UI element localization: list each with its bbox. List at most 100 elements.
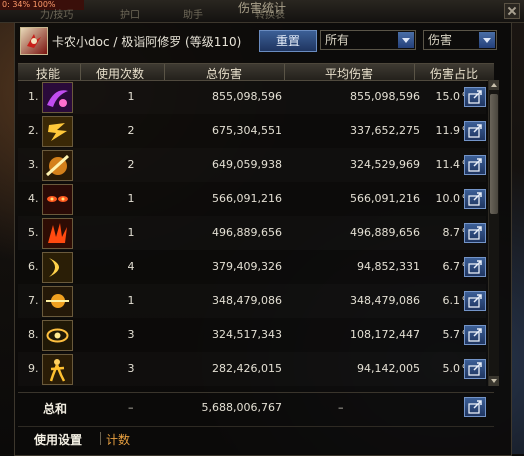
scroll-up-icon[interactable]	[489, 80, 499, 90]
row-rank: 2.	[28, 124, 39, 137]
row-total: 649,059,938	[212, 158, 282, 171]
tab-usage-settings[interactable]: 使用设置	[34, 431, 82, 448]
row-uses: 1	[127, 90, 135, 103]
row-total: 282,426,015	[212, 362, 282, 375]
row-uses: 1	[127, 294, 135, 307]
row-avg: 855,098,596	[350, 90, 420, 103]
share-button[interactable]	[464, 189, 486, 209]
row-pct: 8.7	[442, 226, 461, 239]
purple-wave-skill-icon	[42, 82, 73, 113]
row-pct: 5.0	[442, 362, 461, 375]
target-filter-value: 所有	[325, 33, 350, 47]
row-avg: 348,479,086	[350, 294, 420, 307]
table-row[interactable]: 7. 1 348,479,086 348,479,086 6.1 %	[18, 284, 486, 318]
row-uses: 4	[127, 260, 135, 273]
row-rank: 3.	[28, 158, 39, 171]
bottom-tab-bar: 使用设置 计数	[18, 426, 494, 449]
share-button[interactable]	[464, 359, 486, 379]
share-button[interactable]	[464, 87, 486, 107]
slash-burst-skill-icon	[42, 150, 73, 181]
table-row[interactable]: 8. 3 324,517,343 108,172,447 5.7 %	[18, 318, 486, 352]
golden-strike-skill-icon	[42, 286, 73, 317]
share-button[interactable]	[464, 257, 486, 277]
table-row[interactable]: 1. 1 855,098,596 855,098,596 15.0 %	[18, 80, 486, 114]
row-pct: 5.7	[442, 328, 461, 341]
share-button[interactable]	[464, 325, 486, 345]
row-avg: 94,142,005	[357, 362, 420, 375]
row-total: 324,517,343	[212, 328, 282, 341]
row-uses: 2	[127, 158, 135, 171]
window-title: 伤害统计	[237, 1, 286, 15]
row-rank: 7.	[28, 294, 39, 307]
row-uses: 3	[127, 328, 135, 341]
character-name: 卡农小doc / 极诣阿修罗 (等级110)	[52, 35, 242, 49]
row-pct: 11.4	[435, 158, 461, 171]
share-button[interactable]	[464, 155, 486, 175]
row-rank: 4.	[28, 192, 39, 205]
share-button[interactable]	[464, 291, 486, 311]
character-avatar	[20, 27, 48, 55]
row-pct: 11.9	[435, 124, 461, 137]
fire-claw-skill-icon	[42, 218, 73, 249]
table-row[interactable]: 4. 1 566,091,216 566,091,216 10.0 %	[18, 182, 486, 216]
row-total: 379,409,326	[212, 260, 282, 273]
row-uses: 3	[127, 362, 135, 375]
table-row[interactable]: 6. 4 379,409,326 94,852,331 6.7 %	[18, 250, 486, 284]
eye-ring-skill-icon	[42, 320, 73, 351]
table-row[interactable]: 3. 2 649,059,938 324,529,969 11.4 %	[18, 148, 486, 182]
red-eyes-skill-icon	[42, 184, 73, 215]
table-scrollbar[interactable]	[488, 80, 499, 386]
row-avg: 566,091,216	[350, 192, 420, 205]
row-total: 855,098,596	[212, 90, 282, 103]
scroll-down-icon[interactable]	[489, 376, 499, 386]
row-total: 348,479,086	[212, 294, 282, 307]
row-pct: 6.1	[442, 294, 461, 307]
panel-header: 卡农小doc / 极诣阿修罗 (等级110) 重置 所有 伤害	[18, 25, 508, 57]
reset-button[interactable]: 重置	[259, 30, 317, 52]
skill-table-body: 1. 1 855,098,596 855,098,596 15.0 % 2. 2…	[18, 80, 486, 386]
row-uses: 2	[127, 124, 135, 137]
row-avg: 324,529,969	[350, 158, 420, 171]
chevron-down-icon	[398, 32, 414, 48]
share-button[interactable]	[464, 121, 486, 141]
crescent-skill-icon	[42, 252, 73, 283]
row-total: 496,889,656	[212, 226, 282, 239]
row-avg: 108,172,447	[350, 328, 420, 341]
row-rank: 9.	[28, 362, 39, 375]
tab-divider	[100, 432, 101, 445]
tab-counter[interactable]: 计数	[106, 431, 130, 448]
total-avg: –	[338, 401, 344, 414]
row-avg: 337,652,275	[350, 124, 420, 137]
total-row: 总和 – 5,688,006,767 –	[18, 392, 494, 421]
target-filter-dropdown[interactable]: 所有	[320, 30, 416, 50]
row-pct: 15.0	[435, 90, 461, 103]
row-rank: 8.	[28, 328, 39, 341]
chevron-down-icon	[479, 32, 495, 48]
table-row[interactable]: 9. 3 282,426,015 94,142,005 5.0 %	[18, 352, 486, 386]
total-damage: 5,688,006,767	[201, 401, 282, 414]
row-rank: 1.	[28, 90, 39, 103]
row-total: 566,091,216	[212, 192, 282, 205]
row-pct: 6.7	[442, 260, 461, 273]
table-row[interactable]: 5. 1 496,889,656 496,889,656 8.7 %	[18, 216, 486, 250]
row-pct: 10.0	[435, 192, 461, 205]
row-rank: 5.	[28, 226, 39, 239]
share-button[interactable]	[464, 223, 486, 243]
total-label: 总和	[43, 402, 68, 416]
row-uses: 1	[127, 192, 135, 205]
metric-filter-value: 伤害	[428, 33, 453, 47]
row-rank: 6.	[28, 260, 39, 273]
table-row[interactable]: 2. 2 675,304,551 337,652,275 11.9 %	[18, 114, 486, 148]
table-header: 技能 使用次数 总伤害 平均伤害 伤害占比	[18, 63, 494, 81]
row-avg: 94,852,331	[357, 260, 420, 273]
row-avg: 496,889,656	[350, 226, 420, 239]
row-uses: 1	[127, 226, 135, 239]
metric-filter-dropdown[interactable]: 伤害	[423, 30, 497, 50]
yellow-glyph-skill-icon	[42, 116, 73, 147]
background-tab-strip: 0: 34% 100% 力/技巧 护口 助手 转换表 伤害统计	[0, 0, 524, 23]
warrior-figure-skill-icon	[42, 354, 73, 385]
scroll-thumb[interactable]	[490, 94, 498, 214]
close-button[interactable]	[504, 3, 520, 19]
row-total: 675,304,551	[212, 124, 282, 137]
share-button[interactable]	[464, 397, 486, 417]
